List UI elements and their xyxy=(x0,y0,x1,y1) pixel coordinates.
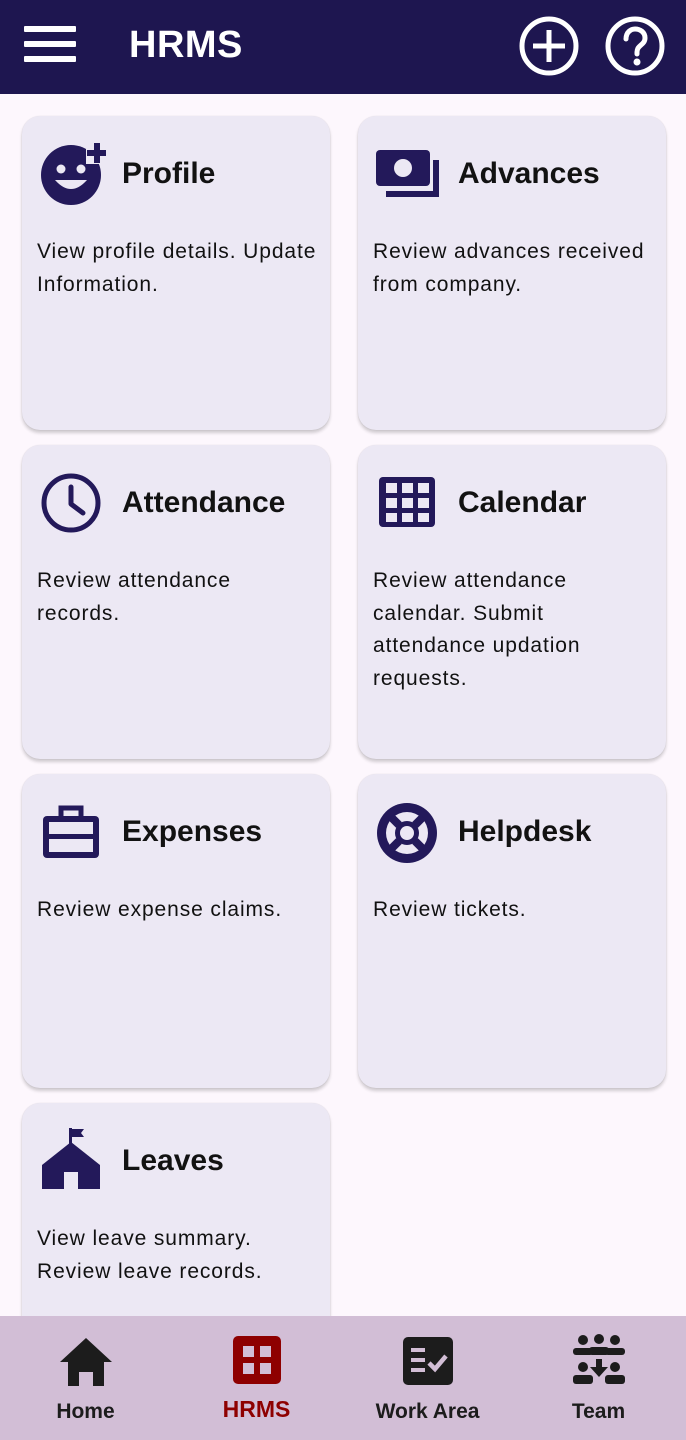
groups-icon xyxy=(573,1334,625,1384)
card-description: Review expense claims. xyxy=(37,898,283,921)
help-circle-icon[interactable] xyxy=(604,15,666,77)
advances-card[interactable]: Advances Review advances received from c… xyxy=(358,116,666,430)
card-description: View leave summary. Review leave records… xyxy=(37,1227,263,1283)
app-title: HRMS xyxy=(129,24,243,66)
card-title: Leaves xyxy=(122,1144,224,1177)
card-title: Expenses xyxy=(122,815,263,848)
card-title: Calendar xyxy=(458,486,587,519)
nav-item-hrms[interactable]: HRMS xyxy=(171,1316,342,1440)
profile-card[interactable]: Profile View profile details. Update Inf… xyxy=(22,116,330,430)
nav-item-home[interactable]: Home xyxy=(0,1316,171,1440)
card-title: Attendance xyxy=(122,486,286,519)
nav-item-team[interactable]: Team xyxy=(513,1316,684,1440)
hamburger-menu-icon[interactable] xyxy=(22,24,78,68)
home-icon xyxy=(60,1338,112,1386)
apps-icon xyxy=(233,1336,281,1384)
card-title: Profile xyxy=(122,157,216,190)
payments-icon xyxy=(376,150,439,197)
clock-icon xyxy=(41,473,101,533)
nav-label: Work Area xyxy=(375,1400,480,1423)
leaves-card[interactable]: Leaves View leave summary. Review leave … xyxy=(22,1103,330,1316)
attendance-card[interactable]: Attendance Review attendance records. xyxy=(22,445,330,759)
module-grid: Profile View profile details. Update Inf… xyxy=(0,94,686,1316)
nav-label: Team xyxy=(571,1400,626,1423)
card-title: Advances xyxy=(458,157,600,190)
card-description: View profile details. Update Information… xyxy=(37,240,317,296)
grid-calendar-icon xyxy=(379,477,435,527)
expenses-card[interactable]: Expenses Review expense claims. xyxy=(22,774,330,1088)
add-circle-icon[interactable] xyxy=(518,15,580,77)
nav-label: Home xyxy=(56,1400,115,1423)
bottom-navigation: Home HRMS Work Area Team xyxy=(0,1316,686,1440)
add-reaction-icon xyxy=(41,142,106,205)
card-description: Review tickets. xyxy=(373,898,527,921)
card-description: Review advances received from company. xyxy=(373,240,645,296)
helpdesk-card[interactable]: Helpdesk Review tickets. xyxy=(358,774,666,1088)
lifebuoy-icon xyxy=(377,803,437,863)
hrms-app: HRMS Profile View profile details. Updat… xyxy=(0,0,686,1440)
card-description: Review attendance records. xyxy=(37,569,231,625)
calendar-card[interactable]: Calendar Review attendance calendar. Sub… xyxy=(358,445,666,759)
card-description: Review attendance calendar. Submit atten… xyxy=(373,569,581,690)
card-title: Helpdesk xyxy=(458,815,592,848)
nav-label: HRMS xyxy=(222,1396,291,1422)
school-icon xyxy=(42,1128,100,1189)
checklist-icon xyxy=(403,1337,453,1385)
nav-item-work-area[interactable]: Work Area xyxy=(342,1316,513,1440)
briefcase-icon xyxy=(43,805,99,858)
top-app-bar: HRMS xyxy=(0,0,686,94)
